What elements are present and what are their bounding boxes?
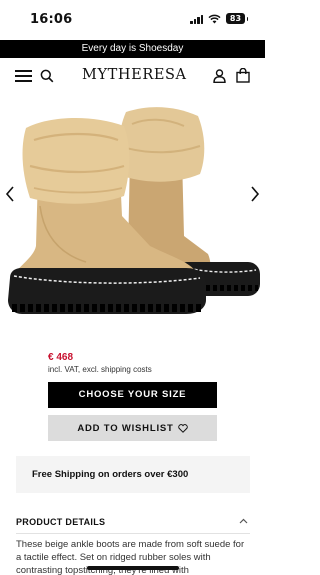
home-indicator xyxy=(87,566,179,570)
free-shipping-banner: Free Shipping on orders over €300 xyxy=(16,456,250,493)
status-time: 16:06 xyxy=(30,12,73,27)
chevron-right-icon[interactable] xyxy=(247,182,263,206)
add-to-wishlist-button[interactable]: ADD TO WISHLIST xyxy=(48,415,217,441)
wishlist-label: ADD TO WISHLIST xyxy=(77,422,174,434)
chevron-up-icon[interactable] xyxy=(239,518,248,524)
heart-icon xyxy=(177,423,188,433)
product-image xyxy=(8,107,260,314)
bag-icon[interactable] xyxy=(236,68,250,83)
signal-icon xyxy=(190,14,203,24)
price-note: incl. VAT, excl. shipping costs xyxy=(48,365,152,374)
site-header: MYTHERESA xyxy=(0,58,265,94)
battery-icon: 83 xyxy=(226,13,248,24)
promo-banner[interactable]: Every day is Shoesday xyxy=(0,40,265,58)
divider xyxy=(16,533,250,534)
status-bar: 16:06 83 xyxy=(0,0,265,40)
status-icons: 83 xyxy=(190,13,248,24)
product-image-carousel[interactable] xyxy=(0,96,265,336)
choose-size-button[interactable]: CHOOSE YOUR SIZE xyxy=(48,382,217,408)
product-details-title: PRODUCT DETAILS xyxy=(16,517,106,527)
brand-logo[interactable]: MYTHERESA xyxy=(82,67,186,83)
wifi-icon xyxy=(208,14,221,23)
menu-icon[interactable] xyxy=(15,70,32,82)
product-details-toggle[interactable]: PRODUCT DETAILS xyxy=(16,512,250,532)
search-icon[interactable] xyxy=(40,69,54,83)
product-price: € 468 xyxy=(48,352,74,363)
chevron-left-icon[interactable] xyxy=(2,182,18,206)
user-icon[interactable] xyxy=(213,69,226,83)
